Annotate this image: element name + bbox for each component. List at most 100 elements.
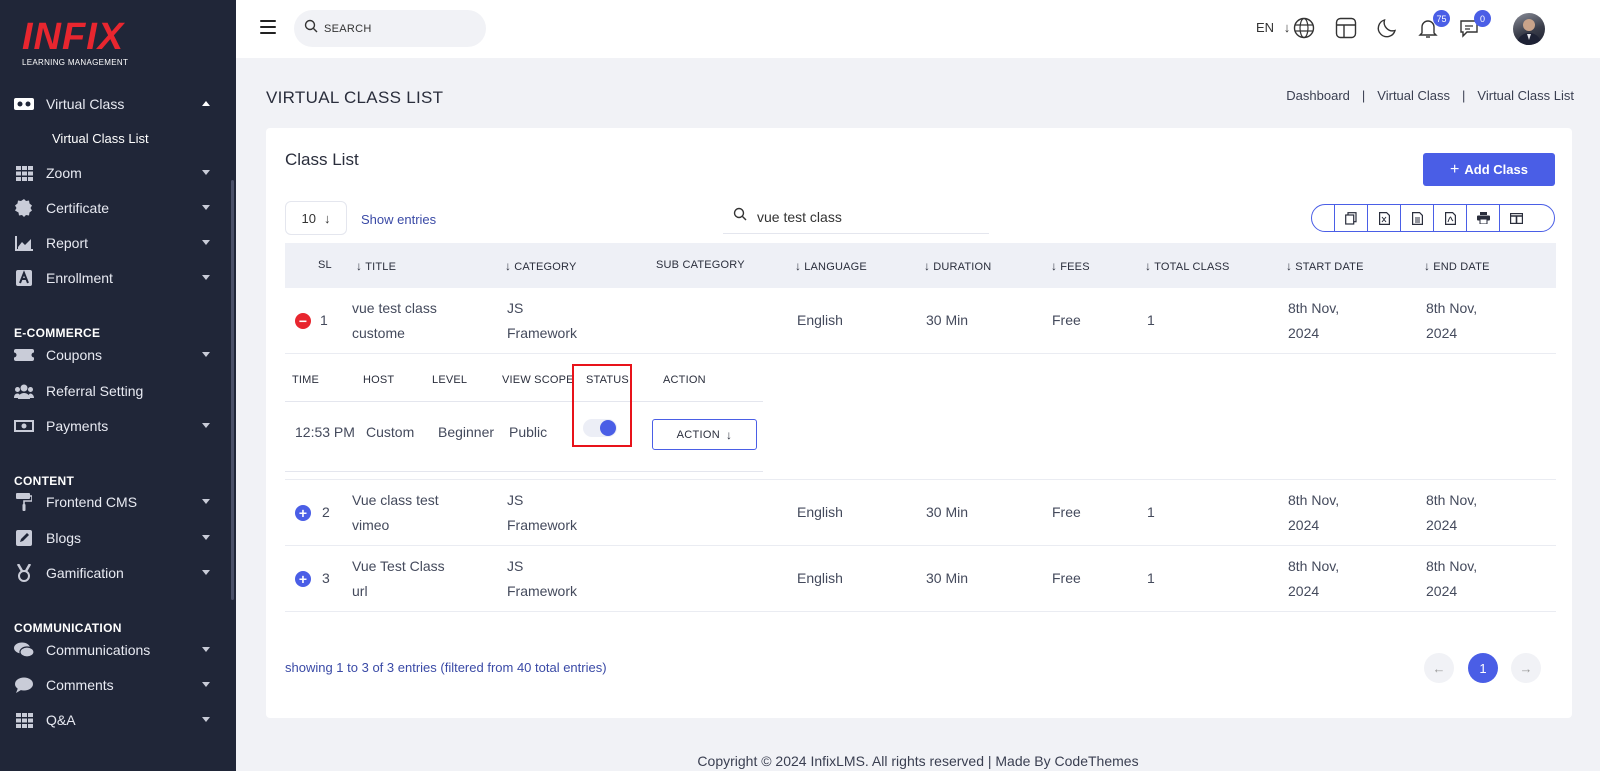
sidebar-item-certificate[interactable]: Certificate (0, 193, 232, 223)
breadcrumb: Dashboard | Virtual Class | Virtual Clas… (1286, 88, 1574, 103)
cell-language: English (797, 312, 843, 328)
column-header-start-date[interactable]: ↓ START DATE (1286, 259, 1364, 273)
breadcrumb-virtual-class[interactable]: Virtual Class (1377, 88, 1450, 103)
cell-start-date: 8th Nov, (1288, 492, 1340, 508)
add-class-button[interactable]: + Add Class (1423, 153, 1555, 186)
cell-category-cont: Framework (507, 517, 578, 533)
sidebar-scrollbar[interactable] (231, 180, 234, 600)
notification-badge: 75 (1433, 10, 1450, 27)
table-row[interactable]: + 3 Vue Test Class url JS Framework Engl… (285, 546, 1556, 612)
breadcrumb-virtual-class-list[interactable]: Virtual Class List (1477, 88, 1574, 103)
layout-icon[interactable] (1335, 17, 1359, 41)
pdf-icon[interactable] (1433, 205, 1466, 231)
search-input[interactable] (324, 22, 474, 35)
print-icon[interactable] (1466, 205, 1499, 231)
sidebar-item-gamification[interactable]: Gamification (0, 558, 232, 588)
excel-icon[interactable] (1367, 205, 1400, 231)
cell-category-cont: Framework (507, 325, 578, 341)
pagination-page[interactable]: 1 (1468, 653, 1498, 683)
sidebar-item-report[interactable]: Report (0, 228, 232, 258)
menu-toggle-icon[interactable] (260, 20, 276, 34)
pagination-prev[interactable]: ← (1424, 653, 1454, 683)
sidebar-item-referral-setting[interactable]: Referral Setting (0, 376, 232, 406)
language-select[interactable]: EN ↓ (1256, 20, 1290, 35)
page-length-value: 10 (301, 210, 316, 226)
sidebar-item-blogs[interactable]: Blogs (0, 523, 232, 553)
csv-icon[interactable] (1400, 205, 1433, 231)
moon-icon[interactable] (1376, 17, 1400, 41)
sidebar-item-frontend-cms[interactable]: Frontend CMS (0, 487, 232, 517)
page-length-label: Show entries (361, 212, 437, 227)
sidebar-item-coupons[interactable]: Coupons (0, 340, 232, 370)
expand-row-icon[interactable]: + (295, 505, 311, 521)
column-header-label: TITLE (365, 261, 397, 273)
global-search[interactable] (294, 10, 486, 47)
cell-sl: 3 (322, 570, 330, 586)
cell-sl: 1 (320, 312, 328, 328)
sidebar-section-ecommerce: E-COMMERCE (14, 326, 101, 340)
column-header-language[interactable]: ↓ LANGUAGE (795, 259, 867, 273)
detail-header-view-scope: VIEW SCOPE (502, 374, 574, 386)
column-header-category[interactable]: ↓ CATEGORY (505, 259, 577, 273)
chevron-down-icon (202, 275, 210, 280)
cell-start-date: 8th Nov, (1288, 558, 1340, 574)
column-header-sl[interactable]: SL (318, 259, 332, 271)
breadcrumb-dashboard[interactable]: Dashboard (1286, 88, 1350, 103)
page-length-select[interactable]: 10 ↓ (285, 201, 347, 235)
sort-arrow-icon: ↓ (795, 259, 802, 273)
cell-duration: 30 Min (926, 312, 969, 328)
copy-icon[interactable] (1334, 205, 1367, 231)
column-header-label: DURATION (933, 261, 992, 273)
cell-end-date-cont: 2024 (1426, 325, 1458, 341)
columns-icon[interactable] (1499, 205, 1532, 231)
table-search[interactable] (723, 200, 989, 234)
sidebar-item-label: Blogs (46, 530, 82, 546)
column-header-end-date[interactable]: ↓ END DATE (1424, 259, 1490, 273)
column-header-label: TOTAL CLASS (1154, 261, 1230, 273)
expand-row-icon[interactable]: + (295, 571, 311, 587)
column-header-total-class[interactable]: ↓ TOTAL CLASS (1145, 259, 1230, 273)
sidebar-item-label: Enrollment (46, 270, 113, 286)
message-icon[interactable]: 0 (1458, 10, 1491, 41)
pagination-next[interactable]: → (1511, 653, 1541, 683)
action-dropdown-button[interactable]: ACTION ↓ (652, 419, 757, 450)
sort-arrow-icon: ↓ (1424, 259, 1431, 273)
sidebar-item-comments[interactable]: Comments (0, 670, 232, 700)
column-header-label: START DATE (1295, 261, 1364, 273)
collapse-row-icon[interactable]: − (295, 313, 311, 329)
sort-arrow-icon: ↓ (356, 259, 363, 273)
column-header-sub-category[interactable]: SUB CATEGORY (656, 259, 745, 271)
sidebar-item-qa[interactable]: Q&A (0, 705, 232, 735)
bell-icon[interactable]: 75 (1417, 10, 1450, 41)
column-header-label: END DATE (1433, 261, 1490, 273)
certificate-icon (14, 199, 34, 217)
table-row[interactable]: − 1 vue test class custome JS Framework … (285, 288, 1556, 354)
column-header-title[interactable]: ↓ TITLE (356, 259, 396, 273)
sidebar-subitem-virtual-class-list[interactable]: Virtual Class List (52, 131, 149, 146)
table-header: SL ↓ TITLE ↓ CATEGORY SUB CATEGORY ↓ LANGUA… (285, 243, 1556, 288)
arrow-down-icon: ↓ (323, 210, 331, 226)
avatar[interactable] (1513, 13, 1545, 45)
sidebar-item-payments[interactable]: Payments (0, 411, 232, 441)
sidebar-item-virtual-class[interactable]: Virtual Class (0, 89, 232, 119)
logo[interactable]: INFIX LEARNING MANAGEMENT (22, 18, 128, 67)
sidebar-item-communications[interactable]: Communications (0, 635, 232, 665)
sidebar-item-label: Frontend CMS (46, 494, 138, 510)
column-header-fees[interactable]: ↓ FEES (1051, 259, 1090, 273)
chevron-down-icon (202, 570, 210, 575)
column-header-duration[interactable]: ↓ DURATION (924, 259, 991, 273)
cell-fees: Free (1052, 570, 1081, 586)
detail-header-level: LEVEL (432, 374, 468, 386)
divider (285, 471, 763, 472)
globe-icon[interactable] (1293, 17, 1317, 41)
sidebar-item-label: Zoom (46, 165, 82, 181)
sidebar-item-label: Coupons (46, 347, 103, 363)
sidebar-item-label: Gamification (46, 565, 124, 581)
cell-duration: 30 Min (926, 504, 969, 520)
table-row[interactable]: + 2 Vue class test vimeo JS Framework En… (285, 480, 1556, 546)
sidebar-item-zoom[interactable]: Zoom (0, 158, 232, 188)
breadcrumb-separator: | (1361, 88, 1366, 103)
cell-sl: 2 (322, 504, 330, 520)
table-search-input[interactable] (757, 208, 977, 225)
sidebar-item-enrollment[interactable]: Enrollment (0, 263, 232, 293)
